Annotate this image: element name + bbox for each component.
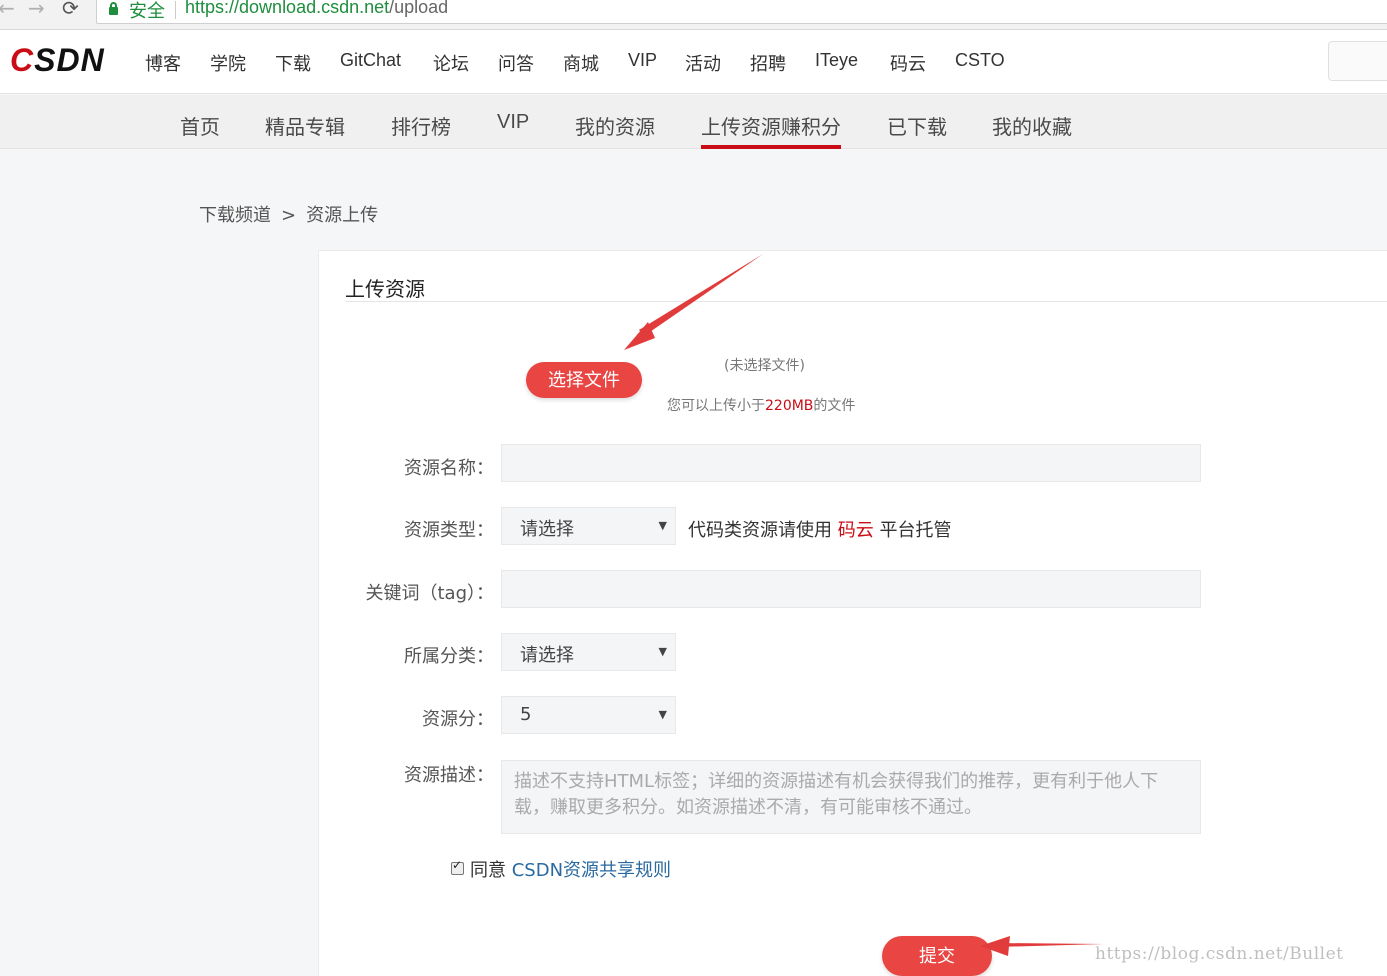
topnav-item-mall[interactable]: 商城: [563, 50, 599, 76]
topnav-item-iteye[interactable]: ITeye: [815, 50, 858, 71]
topnav-item-forum[interactable]: 论坛: [433, 50, 469, 76]
topnav-item-events[interactable]: 活动: [685, 50, 721, 76]
secure-label: 安全: [129, 1, 165, 22]
csdn-logo[interactable]: CSDN: [10, 42, 105, 79]
sharing-rules-link[interactable]: CSDN资源共享规则: [512, 860, 671, 881]
resource-name-input[interactable]: [501, 444, 1201, 482]
category-label: 所属分类：: [404, 646, 494, 667]
resource-score-label: 资源分：: [422, 709, 494, 730]
caret-down-icon: ▼: [658, 708, 667, 721]
top-navigation: CSDN 博客 学院 下载 GitChat 论坛 问答 商城 VIP 活动 招聘…: [0, 30, 1387, 94]
arrow-left-icon[interactable]: ←: [0, 0, 15, 20]
resource-type-select[interactable]: 请选择 ▼: [501, 507, 676, 545]
tab-downloaded[interactable]: 已下载: [887, 111, 947, 140]
tab-rankings[interactable]: 排行榜: [391, 111, 451, 140]
url-text[interactable]: https://download.csdn.net/upload: [185, 0, 448, 18]
breadcrumb-current: 资源上传: [306, 205, 379, 226]
resource-name-label: 资源名称：: [404, 458, 494, 479]
no-file-selected-text: (未选择文件): [724, 358, 805, 374]
topnav-item-jobs[interactable]: 招聘: [750, 50, 786, 76]
category-value: 请选择: [520, 645, 574, 666]
type-hint-suffix: 平台托管: [879, 520, 952, 541]
tab-upload-earn-points[interactable]: 上传资源赚积分: [701, 111, 841, 140]
resource-score-value: 5: [520, 704, 532, 725]
url-prefix: https://: [185, 0, 240, 17]
resource-type-value: 请选择: [520, 519, 574, 540]
choose-file-button[interactable]: 选择文件: [526, 362, 642, 398]
upload-size-limit: 220MB: [765, 398, 814, 414]
active-tab-indicator: [701, 145, 841, 149]
upload-size-hint: 您可以上传小于220MB的文件: [667, 395, 855, 415]
topnav-item-vip[interactable]: VIP: [628, 50, 657, 71]
type-hint-prefix: 代码类资源请使用: [688, 520, 832, 541]
topnav-item-blog[interactable]: 博客: [145, 50, 181, 76]
logo-rest: SDN: [34, 42, 105, 78]
caret-down-icon: ▼: [658, 519, 667, 532]
panel-title: 上传资源: [345, 277, 425, 301]
submit-button[interactable]: 提交: [882, 936, 992, 976]
resource-type-hint: 代码类资源请使用 码云 平台托管: [688, 516, 951, 542]
keyword-tag-label: 关键词（tag）：: [365, 583, 494, 604]
category-select[interactable]: 请选择 ▼: [501, 633, 676, 671]
search-input[interactable]: [1328, 41, 1387, 81]
topnav-item-gitee[interactable]: 码云: [890, 50, 926, 76]
address-divider: [175, 1, 176, 19]
watermark-text: https://blog.csdn.net/Bullet: [1095, 944, 1344, 964]
arrow-right-icon[interactable]: →: [28, 0, 45, 20]
agree-prefix: 同意: [470, 860, 506, 881]
address-bar[interactable]: 安全 https://download.csdn.net/upload: [96, 0, 1387, 24]
caret-down-icon: ▼: [658, 645, 667, 658]
sub-navigation: 首页 精品专辑 排行榜 VIP 我的资源 上传资源赚积分 已下载 我的收藏: [0, 95, 1387, 149]
breadcrumb-separator: >: [281, 205, 297, 226]
keyword-tag-input[interactable]: [501, 570, 1201, 608]
tab-featured-albums[interactable]: 精品专辑: [265, 111, 345, 140]
topnav-item-qa[interactable]: 问答: [498, 50, 534, 76]
resource-score-select[interactable]: 5 ▼: [501, 696, 676, 734]
breadcrumb: 下载频道 > 资源上传: [199, 201, 378, 227]
agree-checkbox[interactable]: [451, 858, 464, 875]
topnav-item-gitchat[interactable]: GitChat: [340, 50, 401, 71]
topnav-item-download[interactable]: 下载: [275, 50, 311, 76]
topnav-item-academy[interactable]: 学院: [210, 50, 246, 76]
tab-vip[interactable]: VIP: [497, 111, 529, 134]
panel-divider: [345, 301, 1387, 302]
tab-my-resources[interactable]: 我的资源: [575, 111, 655, 140]
reload-icon[interactable]: ⟳: [62, 0, 79, 20]
topnav-item-csto[interactable]: CSTO: [955, 50, 1005, 71]
lock-icon: [109, 2, 118, 15]
url-host: download.csdn.net: [239, 0, 390, 17]
gitee-link[interactable]: 码云: [838, 520, 874, 541]
breadcrumb-root[interactable]: 下载频道: [199, 205, 271, 226]
tab-home[interactable]: 首页: [180, 111, 220, 140]
url-path: /upload: [389, 0, 449, 17]
browser-toolbar: ← → ⟳ 安全 https://download.csdn.net/uploa…: [0, 0, 1387, 30]
resource-description-textarea[interactable]: 描述不支持HTML标签；详细的资源描述有机会获得我们的推荐，更有利于他人下载，赚…: [501, 760, 1201, 834]
tab-favorites[interactable]: 我的收藏: [992, 111, 1072, 140]
logo-c: C: [10, 42, 35, 78]
resource-type-label: 资源类型：: [404, 520, 494, 541]
upload-panel: 上传资源 选择文件 (未选择文件) 您可以上传小于220MB的文件 资源名称： …: [318, 250, 1387, 976]
agreement-row: 同意 CSDN资源共享规则: [451, 856, 671, 882]
upload-hint-suffix: 的文件: [813, 398, 856, 414]
resource-description-label: 资源描述：: [404, 765, 494, 786]
upload-hint-prefix: 您可以上传小于: [667, 398, 765, 414]
